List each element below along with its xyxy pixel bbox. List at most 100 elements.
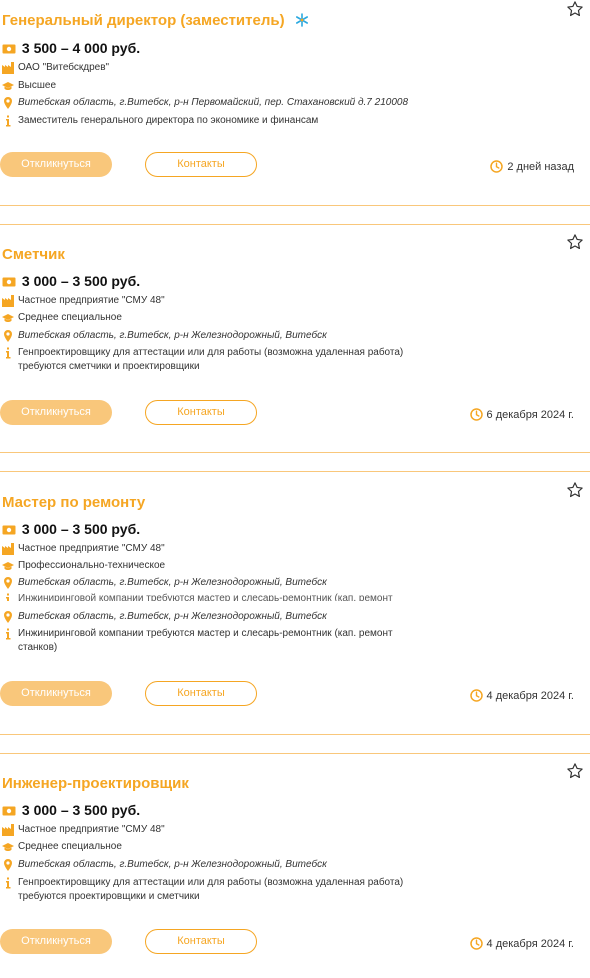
address-row-repeat: Витебская область, г.Витебск, р-н Железн…: [2, 611, 327, 623]
card-divider: [0, 734, 590, 735]
salary: 3 000 – 3 500 руб.: [2, 802, 140, 819]
company-row: Частное предприятие "СМУ 48": [2, 824, 165, 836]
location-pin-icon: [4, 97, 12, 109]
money-icon: [2, 803, 16, 819]
address-row: Витебская область, г.Витебск, р-н Железн…: [2, 859, 327, 871]
company-row: Частное предприятие "СМУ 48": [2, 543, 165, 555]
info-icon: [6, 347, 11, 359]
card-divider: [0, 471, 590, 472]
vacancy-title-text[interactable]: Мастер по ремонту: [2, 494, 145, 511]
info-icon: [6, 115, 11, 127]
description-text: Заместитель генерального директора по эк…: [18, 115, 319, 126]
favorite-star-icon[interactable]: [566, 481, 584, 499]
description-row: Генпроектировщику для аттестации или для…: [2, 876, 422, 904]
education-text: Профессионально-техническое: [18, 560, 166, 571]
company-name[interactable]: ОАО "Витебскдрев": [18, 62, 109, 73]
money-icon: [2, 274, 16, 290]
clock-icon: [469, 408, 483, 421]
clock-icon: [490, 160, 504, 173]
vacancy-title-text[interactable]: Инженер-проектировщик: [2, 775, 189, 792]
money-icon: [2, 522, 16, 538]
info-icon: [6, 877, 11, 889]
vacancy-title[interactable]: Генеральный директор (заместитель): [2, 12, 309, 31]
posted-date: 4 декабря 2024 г.: [469, 937, 574, 950]
contacts-button[interactable]: Контакты: [145, 400, 257, 425]
education-text: Среднее специальное: [18, 841, 122, 852]
posted-date-text: 2 дней назад: [507, 160, 574, 173]
description-row: Инжиниринговой компании требуются мастер…: [2, 627, 422, 655]
card-divider: [0, 753, 590, 754]
graduation-cap-icon: [2, 562, 14, 570]
address-text: Витебская область, г.Витебск, р-н Железн…: [18, 859, 327, 870]
company-row: Частное предприятие "СМУ 48": [2, 295, 165, 307]
clock-icon: [469, 689, 483, 702]
salary: 3 500 – 4 000 руб.: [2, 40, 140, 57]
vacancy-title[interactable]: Сметчик: [2, 246, 65, 263]
description-row: Генпроектировщику для аттестации или для…: [2, 346, 422, 374]
location-pin-icon: [4, 577, 12, 589]
factory-icon: [2, 543, 14, 555]
card-divider: [0, 205, 590, 206]
description-text: Инжиниринговой компании требуются мастер…: [18, 628, 393, 653]
posted-date: 4 декабря 2024 г.: [469, 689, 574, 702]
posted-date-text: 6 декабря 2024 г.: [486, 408, 574, 421]
graduation-cap-icon: [2, 82, 14, 90]
contacts-button[interactable]: Контакты: [145, 929, 257, 954]
address-row: Витебская область, г.Витебск, р-н Первом…: [2, 97, 408, 109]
factory-icon: [2, 295, 14, 307]
info-icon: [6, 593, 9, 601]
description-text: Генпроектировщику для аттестации или для…: [18, 877, 404, 902]
address-row: Витебская область, г.Витебск, р-н Железн…: [2, 577, 327, 589]
address-text: Витебская область, г.Витебск, р-н Железн…: [18, 577, 327, 588]
description-text: Генпроектировщику для аттестации или для…: [18, 347, 404, 372]
education-text: Высшее: [18, 80, 57, 91]
card-divider: [0, 452, 590, 453]
education-row: Профессионально-техническое: [2, 560, 165, 572]
education-text: Среднее специальное: [18, 312, 122, 323]
address-text: Витебская область, г.Витебск, р-н Первом…: [18, 97, 409, 108]
education-row: Среднее специальное: [2, 841, 122, 853]
address-text: Витебская область, г.Витебск, р-н Железн…: [18, 611, 327, 622]
salary: 3 000 – 3 500 руб.: [2, 273, 140, 290]
contacts-button[interactable]: Контакты: [145, 681, 257, 706]
apply-button[interactable]: Откликнуться: [0, 929, 112, 954]
posted-date: 2 дней назад: [490, 160, 574, 173]
company-name[interactable]: Частное предприятие "СМУ 48": [18, 295, 165, 306]
education-row: Высшее: [2, 80, 56, 92]
vacancy-title-text[interactable]: Сметчик: [2, 246, 65, 263]
contacts-button[interactable]: Контакты: [145, 152, 257, 177]
vacancy-title-text[interactable]: Генеральный директор (заместитель): [2, 12, 285, 29]
apply-button[interactable]: Откликнуться: [0, 681, 112, 706]
company-name[interactable]: Частное предприятие "СМУ 48": [18, 824, 165, 835]
salary-text: 3 000 – 3 500 руб.: [21, 521, 141, 537]
favorite-star-icon[interactable]: [566, 233, 584, 251]
vacancy-title[interactable]: Инженер-проектировщик: [2, 775, 189, 792]
location-pin-icon: [4, 859, 12, 871]
salary: 3 000 – 3 500 руб.: [2, 521, 140, 538]
money-icon: [2, 41, 16, 57]
posted-date: 6 декабря 2024 г.: [469, 408, 574, 421]
company-row: ОАО "Витебскдрев": [2, 62, 109, 74]
factory-icon: [2, 62, 14, 74]
graduation-cap-icon: [2, 314, 14, 322]
info-icon: [6, 628, 11, 640]
posted-date-text: 4 декабря 2024 г.: [486, 689, 574, 702]
graduation-cap-icon: [2, 843, 14, 851]
salary-text: 3 000 – 3 500 руб.: [21, 802, 141, 818]
overlapping-description-row: Инжиниринговой компании требуются мастер…: [2, 593, 393, 601]
sparkle-icon: [295, 13, 309, 31]
company-name[interactable]: Частное предприятие "СМУ 48": [18, 543, 165, 554]
location-pin-icon: [4, 611, 12, 623]
favorite-star-icon[interactable]: [566, 762, 584, 780]
address-row: Витебская область, г.Витебск, р-н Железн…: [2, 330, 327, 342]
address-text: Витебская область, г.Витебск, р-н Железн…: [18, 330, 327, 341]
salary-text: 3 000 – 3 500 руб.: [21, 273, 141, 289]
apply-button[interactable]: Откликнуться: [0, 400, 112, 425]
apply-button[interactable]: Откликнуться: [0, 152, 112, 177]
factory-icon: [2, 824, 14, 836]
salary-text: 3 500 – 4 000 руб.: [21, 40, 141, 56]
vacancy-title[interactable]: Мастер по ремонту: [2, 494, 145, 511]
favorite-star-icon[interactable]: [566, 0, 584, 18]
posted-date-text: 4 декабря 2024 г.: [486, 937, 574, 950]
location-pin-icon: [4, 330, 12, 342]
